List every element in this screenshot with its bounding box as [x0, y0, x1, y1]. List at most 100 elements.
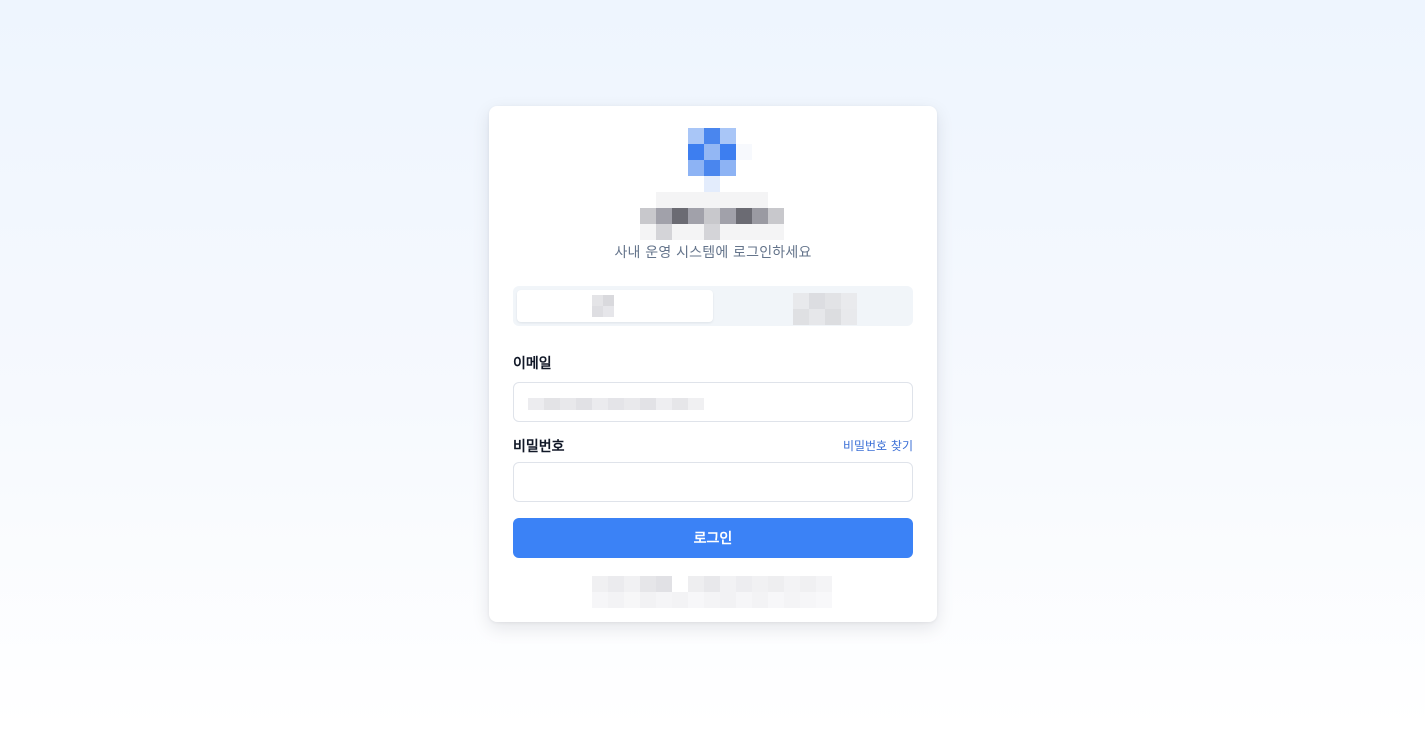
- mosaic-pixel: [704, 592, 720, 608]
- mosaic-pixel: [688, 224, 704, 240]
- mosaic-pixel: [656, 192, 672, 208]
- mosaic-pixel: [592, 295, 603, 306]
- mosaic-pixel: [672, 208, 688, 224]
- mosaic-pixel: [704, 144, 720, 160]
- mosaic-pixel: [688, 398, 704, 410]
- mosaic-pixel: [816, 592, 832, 608]
- forgot-password-link[interactable]: 비밀번호 찾기: [843, 437, 913, 454]
- mosaic-pixel: [592, 306, 603, 317]
- mosaic-pixel: [624, 398, 640, 410]
- mosaic-pixel: [672, 224, 688, 240]
- mosaic-pixel: [704, 192, 720, 208]
- company-logo: [688, 128, 752, 192]
- mosaic-pixel: [656, 576, 672, 592]
- mosaic-pixel: [704, 208, 720, 224]
- mosaic-pixel: [656, 208, 672, 224]
- mosaic-pixel: [640, 208, 656, 224]
- mosaic-pixel: [752, 576, 768, 592]
- mosaic-pixel: [793, 293, 809, 309]
- mosaic-pixel: [720, 576, 736, 592]
- mosaic-pixel: [720, 592, 736, 608]
- mosaic-pixel: [688, 192, 704, 208]
- mosaic-pixel: [624, 576, 640, 592]
- mosaic-pixel: [720, 144, 736, 160]
- mosaic-pixel: [656, 592, 672, 608]
- mosaic-pixel: [841, 309, 857, 325]
- mosaic-pixel: [688, 208, 704, 224]
- mosaic-pixel: [608, 398, 624, 410]
- mosaic-pixel: [560, 398, 576, 410]
- mosaic-pixel: [672, 592, 688, 608]
- company-name: [640, 192, 784, 240]
- mosaic-pixel: [768, 576, 784, 592]
- mosaic-pixel: [752, 208, 768, 224]
- mosaic-pixel: [800, 576, 816, 592]
- mosaic-pixel: [816, 576, 832, 592]
- login-card: 사내 운영 시스템에 로그인하세요 이메일 비밀번호 비밀번호 찾기 로그인: [489, 106, 937, 622]
- mosaic-pixel: [576, 398, 592, 410]
- tab-login-method-1[interactable]: [517, 290, 713, 322]
- mosaic-pixel: [736, 592, 752, 608]
- mosaic-pixel: [608, 592, 624, 608]
- mosaic-pixel: [720, 192, 736, 208]
- mosaic-pixel: [592, 592, 608, 608]
- mosaic-pixel: [608, 576, 624, 592]
- login-button[interactable]: 로그인: [513, 518, 913, 558]
- mosaic-pixel: [640, 398, 656, 410]
- mosaic-pixel: [672, 192, 688, 208]
- mosaic-pixel: [688, 128, 704, 144]
- mosaic-pixel: [528, 398, 544, 410]
- tab-login-method-2[interactable]: [713, 290, 909, 325]
- mosaic-pixel: [672, 398, 688, 410]
- mosaic-pixel: [592, 576, 608, 592]
- mosaic-pixel: [704, 160, 720, 176]
- mosaic-pixel: [809, 309, 825, 325]
- login-method-tabs: [513, 286, 913, 326]
- mosaic-pixel: [752, 224, 768, 240]
- mosaic-pixel: [656, 224, 672, 240]
- password-label: 비밀번호: [513, 439, 565, 455]
- mosaic-pixel: [752, 192, 768, 208]
- mosaic-pixel: [736, 144, 752, 160]
- mosaic-pixel: [688, 144, 704, 160]
- email-field-wrap: [513, 382, 913, 422]
- mosaic-pixel: [784, 576, 800, 592]
- mosaic-pixel: [544, 398, 560, 410]
- mosaic-pixel: [640, 592, 656, 608]
- email-label: 이메일: [513, 356, 552, 372]
- mosaic-pixel: [809, 293, 825, 309]
- mosaic-pixel: [704, 576, 720, 592]
- mosaic-pixel: [720, 208, 736, 224]
- mosaic-pixel: [603, 306, 614, 317]
- mosaic-pixel: [720, 224, 736, 240]
- mosaic-pixel: [841, 293, 857, 309]
- mosaic-pixel: [704, 128, 720, 144]
- mosaic-pixel: [800, 592, 816, 608]
- mosaic-pixel: [656, 398, 672, 410]
- mosaic-pixel: [825, 293, 841, 309]
- mosaic-pixel: [704, 224, 720, 240]
- mosaic-pixel: [640, 576, 656, 592]
- mosaic-pixel: [688, 160, 704, 176]
- mosaic-pixel: [640, 224, 656, 240]
- mosaic-pixel: [768, 224, 784, 240]
- mosaic-pixel: [592, 398, 608, 410]
- mosaic-pixel: [603, 295, 614, 306]
- mosaic-pixel: [688, 592, 704, 608]
- mosaic-pixel: [768, 592, 784, 608]
- mosaic-pixel: [736, 192, 752, 208]
- mosaic-pixel: [720, 128, 736, 144]
- mosaic-pixel: [825, 309, 841, 325]
- mosaic-pixel: [768, 208, 784, 224]
- login-subtitle: 사내 운영 시스템에 로그인하세요: [614, 245, 812, 261]
- mosaic-pixel: [752, 592, 768, 608]
- mosaic-pixel: [784, 592, 800, 608]
- mosaic-pixel: [624, 592, 640, 608]
- mosaic-pixel: [736, 576, 752, 592]
- password-field[interactable]: [513, 462, 913, 502]
- mosaic-pixel: [793, 309, 809, 325]
- mosaic-pixel: [736, 208, 752, 224]
- mosaic-pixel: [736, 224, 752, 240]
- mosaic-pixel: [720, 160, 736, 176]
- mosaic-pixel: [688, 576, 704, 592]
